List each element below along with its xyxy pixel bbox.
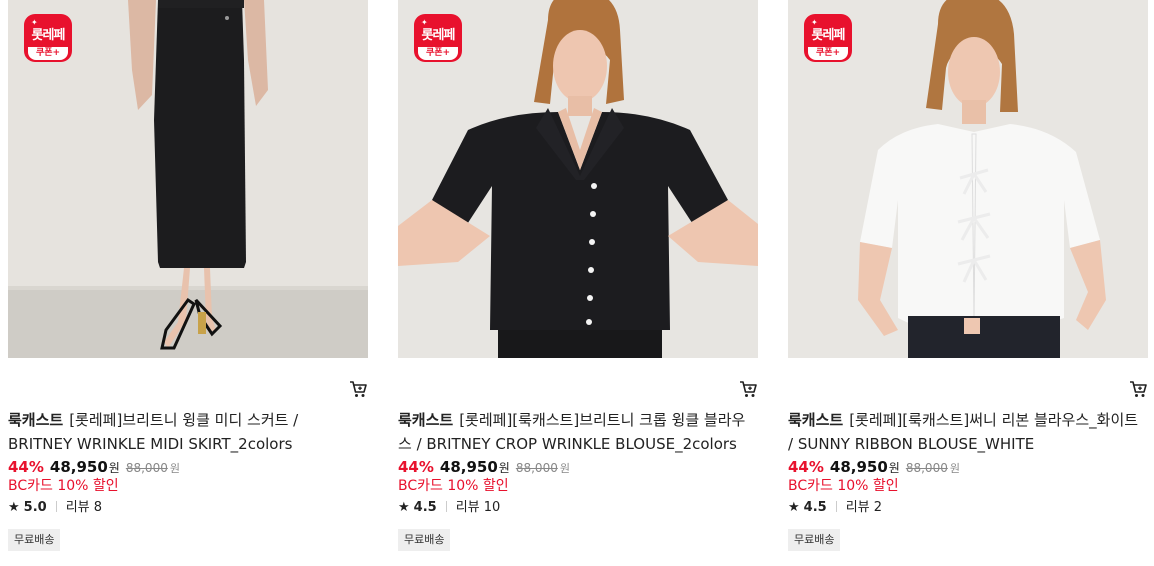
cart-icon[interactable]: [738, 379, 758, 399]
product-image[interactable]: ✦ 롯레페 쿠폰+: [8, 0, 368, 358]
currency-label: 원: [888, 461, 900, 475]
rating-row: ★ 5.0 리뷰 8: [8, 499, 102, 517]
badge-sub-label: 쿠폰+: [28, 47, 68, 60]
original-price: 88,000: [905, 461, 948, 475]
brand-name: 룩캐스트: [8, 411, 64, 429]
free-shipping-tag: 무료배송: [8, 529, 61, 551]
product-title[interactable]: 룩캐스트 [롯레페][룩캐스트]브리트니 크롭 윙클 블라우스 / BRITNEY…: [398, 408, 750, 456]
star-icon: ★: [788, 500, 800, 515]
card-discount: BC카드 10% 할인: [788, 478, 899, 494]
badge-main-label: 롯레페: [31, 28, 66, 43]
badge-main-label: 롯레페: [421, 28, 456, 43]
original-price: 88,000: [515, 461, 558, 475]
card-discount: BC카드 10% 할인: [398, 478, 509, 494]
star-icon: ★: [8, 500, 20, 515]
product-image[interactable]: ✦ 롯레페 쿠폰+: [788, 0, 1148, 358]
lotte-coupon-badge: ✦ 롯레페 쿠폰+: [804, 14, 852, 62]
badge-main-label: 롯레페: [811, 28, 846, 43]
rating-row: ★ 4.5 리뷰 2: [788, 499, 882, 517]
rating-score: 4.5: [413, 500, 437, 515]
currency-label: 원: [108, 461, 120, 475]
product-title[interactable]: 룩캐스트 [롯레페]브리트니 윙클 미디 스커트 / BRITNEY WRINKL…: [8, 408, 360, 456]
divider: [835, 501, 837, 512]
divider: [445, 501, 447, 512]
price-row: 44% 48,950원 88,000 원: [788, 456, 960, 478]
badge-sub-label: 쿠폰+: [808, 47, 848, 60]
brand-name: 룩캐스트: [788, 411, 844, 429]
card-discount: BC카드 10% 할인: [8, 478, 119, 494]
rating-row: ★ 4.5 리뷰 10: [398, 499, 500, 517]
review-count: 리뷰 10: [455, 500, 501, 515]
discount-rate: 44%: [788, 458, 824, 476]
original-currency-label: 원: [949, 462, 960, 475]
original-currency-label: 원: [559, 462, 570, 475]
discount-rate: 44%: [8, 458, 44, 476]
price-row: 44% 48,950원 88,000 원: [398, 456, 570, 478]
review-count: 리뷰 2: [845, 500, 883, 515]
product-card[interactable]: ✦ 롯레페 쿠폰+ 룩캐스트 [롯레페][룩캐스트]브리트니 크롭 윙클 블라우스…: [398, 0, 758, 566]
sale-price: 48,950: [829, 458, 888, 476]
rating-score: 5.0: [23, 500, 47, 515]
cart-icon[interactable]: [348, 379, 368, 399]
lotte-coupon-badge: ✦ 롯레페 쿠폰+: [414, 14, 462, 62]
free-shipping-tag: 무료배송: [398, 529, 451, 551]
currency-label: 원: [498, 461, 510, 475]
rating-score: 4.5: [803, 500, 827, 515]
sale-price: 48,950: [439, 458, 498, 476]
product-card[interactable]: ✦ 롯레페 쿠폰+ 룩캐스트 [롯레페]브리트니 윙클 미디 스커트 / BRIT…: [8, 0, 368, 566]
product-image[interactable]: ✦ 롯레페 쿠폰+: [398, 0, 758, 358]
original-currency-label: 원: [169, 462, 180, 475]
divider: [55, 501, 57, 512]
product-card[interactable]: ✦ 롯레페 쿠폰+ 룩캐스트 [롯레페][룩캐스트]써니 리본 블라우스_화이트 …: [788, 0, 1148, 566]
star-icon: ★: [398, 500, 410, 515]
cart-icon[interactable]: [1128, 379, 1148, 399]
product-title[interactable]: 룩캐스트 [롯레페][룩캐스트]써니 리본 블라우스_화이트 / SUNNY RI…: [788, 408, 1140, 456]
brand-name: 룩캐스트: [398, 411, 454, 429]
price-row: 44% 48,950원 88,000 원: [8, 456, 180, 478]
review-count: 리뷰 8: [65, 500, 103, 515]
original-price: 88,000: [125, 461, 168, 475]
badge-sub-label: 쿠폰+: [418, 47, 458, 60]
lotte-coupon-badge: ✦ 롯레페 쿠폰+: [24, 14, 72, 62]
sale-price: 48,950: [49, 458, 108, 476]
discount-rate: 44%: [398, 458, 434, 476]
free-shipping-tag: 무료배송: [788, 529, 841, 551]
